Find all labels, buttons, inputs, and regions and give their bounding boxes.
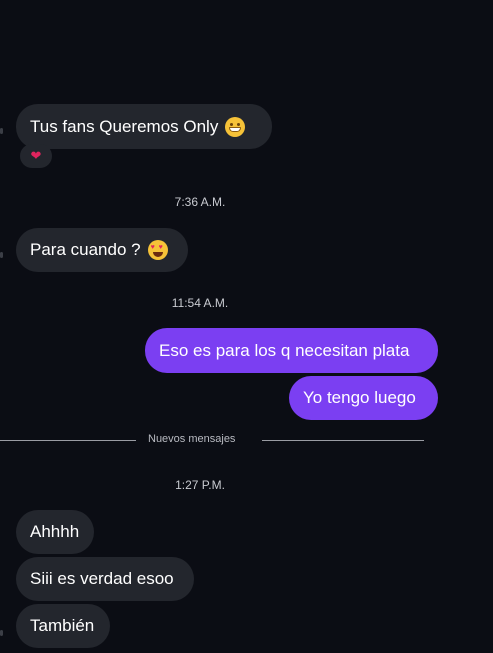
incoming-message-bubble[interactable]: Tus fans Queremos Only [16,104,272,149]
message-text: Tus fans Queremos Only [30,116,219,136]
message-text: Para cuando ? [30,240,141,259]
avatar-stub [0,630,3,636]
incoming-message-bubble[interactable]: Para cuando ? ♥ ♥ [16,228,188,272]
divider-line [0,440,136,441]
incoming-message-bubble[interactable]: Siii es verdad esoo [16,557,194,601]
grinning-face-icon [225,116,246,137]
chat-thread[interactable]: Tus fans Queremos Only ❤ 7:36 A.M. Para … [0,0,493,653]
timestamp: 1:27 P.M. [175,478,225,492]
message-text: Siii es verdad esoo [30,569,174,588]
message-text: Eso es para los q necesitan plata [159,340,410,360]
heart-eyes-icon: ♥ ♥ [147,240,168,260]
new-messages-divider-label: Nuevos mensajes [148,433,236,445]
message-text: Yo tengo luego [303,388,416,407]
message-text: Ahhhh [30,522,80,541]
incoming-message-bubble[interactable]: También [16,604,110,648]
avatar-stub [0,128,3,134]
outgoing-message-bubble[interactable]: Eso es para los q necesitan plata [145,328,438,373]
red-heart-icon: ❤ [30,148,42,163]
divider-line [262,440,424,441]
timestamp: 11:54 A.M. [171,296,229,310]
avatar-stub [0,252,3,258]
reaction-badge[interactable]: ❤ [20,144,52,168]
incoming-message-bubble[interactable]: Ahhhh [16,510,94,554]
message-text: También [30,616,95,635]
timestamp: 7:36 A.M. [174,195,226,209]
outgoing-message-bubble[interactable]: Yo tengo luego [289,376,438,420]
